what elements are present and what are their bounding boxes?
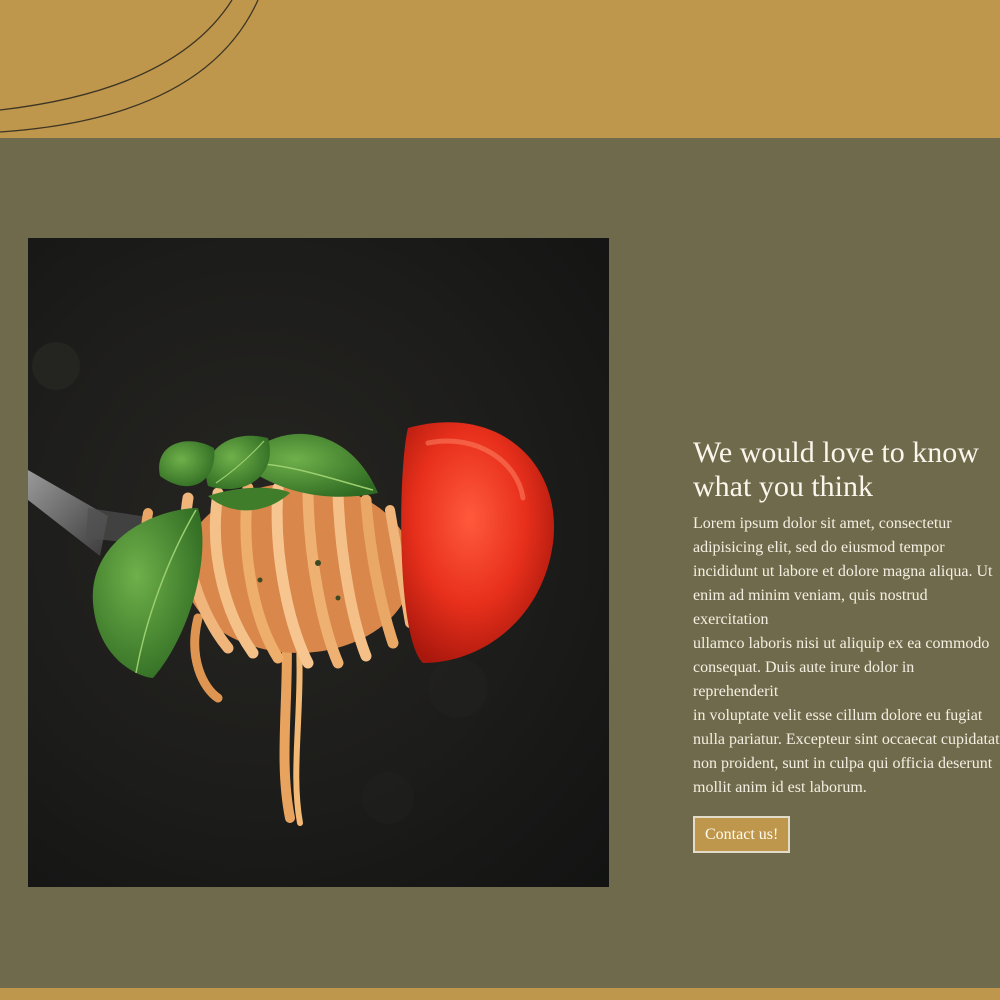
spaghetti-photo [28,238,609,887]
bottom-decorative-band [0,988,1000,1000]
contact-us-button[interactable]: Contact us! [693,816,791,853]
contact-text-block: We would love to know what you think Lor… [693,436,1000,853]
page: We would love to know what you think Lor… [0,0,1000,1000]
section-body-text: Lorem ipsum dolor sit amet, consectetur … [693,515,1000,796]
contact-section: We would love to know what you think Lor… [0,138,1000,988]
section-heading: We would love to know what you think [693,436,979,503]
decorative-arc-lines [0,0,259,133]
top-decorative-band [0,0,1000,138]
